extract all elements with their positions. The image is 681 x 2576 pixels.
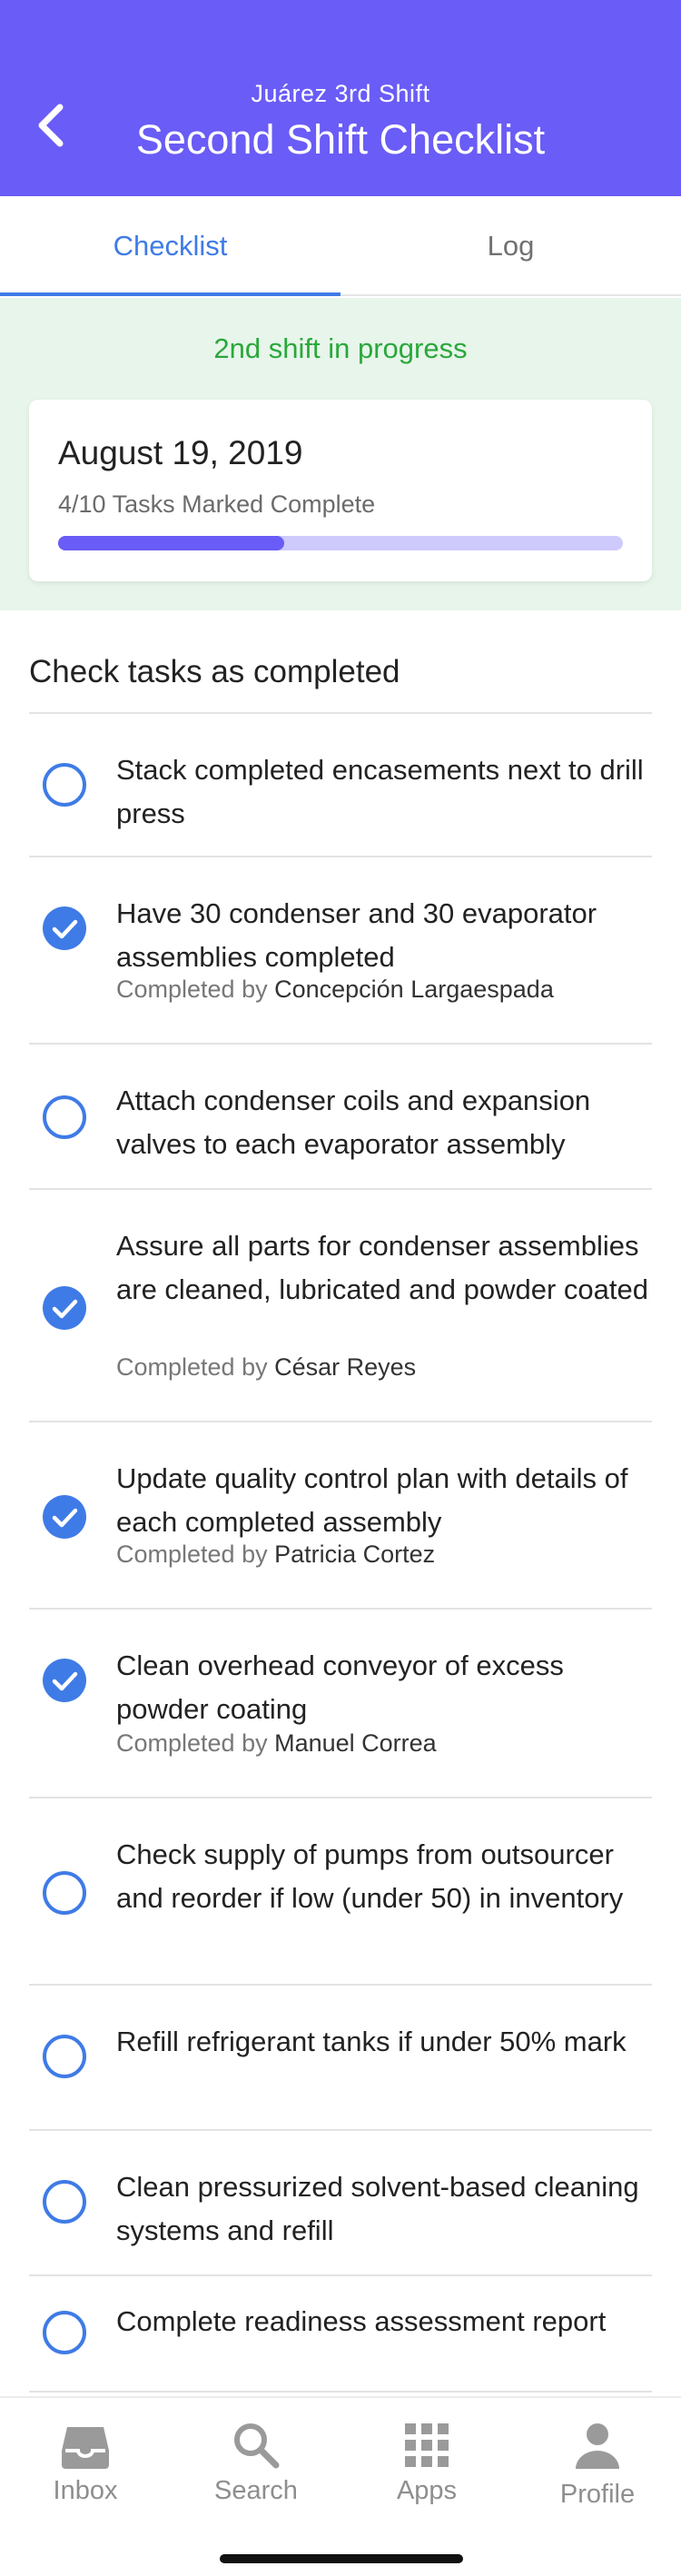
task-item[interactable]: Have 30 condenser and 30 evaporator asse… [29, 857, 652, 1045]
shift-progress-section: 2nd shift in progress August 19, 2019 4/… [0, 298, 681, 610]
task-completed-by: Completed by César Reyes [116, 1353, 652, 1382]
task-completed-by: Completed by Concepción Largaespada [116, 976, 652, 1004]
nav-search[interactable]: Search [171, 2398, 341, 2534]
task-text: Refill refrigerant tanks if under 50% ma… [116, 2026, 627, 2057]
task-text: Assure all parts for condenser assemblie… [116, 1230, 648, 1305]
task-text: Check supply of pumps from outsourcer an… [116, 1838, 624, 1914]
search-icon [234, 2423, 280, 2469]
nav-profile[interactable]: Profile [512, 2398, 681, 2534]
task-item[interactable]: Complete readiness assessment report [29, 2276, 652, 2393]
unchecked-circle-icon[interactable] [42, 1870, 87, 1916]
task-item[interactable]: Update quality control plan with details… [29, 1422, 652, 1610]
active-tab-indicator [0, 292, 340, 296]
tasks-complete-count: 4/10 Tasks Marked Complete [58, 490, 376, 518]
checked-circle-icon[interactable] [42, 906, 87, 951]
nav-profile-label: Profile [559, 2480, 636, 2509]
tab-bar: Checklist Log [0, 196, 681, 296]
tab-log[interactable]: Log [340, 196, 681, 296]
unchecked-circle-icon[interactable] [42, 2179, 87, 2224]
task-item[interactable]: Stack completed encasements next to dril… [29, 714, 652, 857]
page-title: Second Shift Checklist [135, 116, 546, 163]
completed-by-name: César Reyes [274, 1353, 417, 1381]
task-item[interactable]: Clean pressurized solvent-based cleaning… [29, 2131, 652, 2276]
task-completed-by: Completed by Patricia Cortez [116, 1541, 652, 1569]
task-item[interactable]: Assure all parts for condenser assemblie… [29, 1190, 652, 1422]
checked-circle-icon[interactable] [42, 1658, 87, 1703]
task-text: Attach condenser coils and expansion val… [116, 1085, 591, 1160]
shift-status-text: 2nd shift in progress [213, 332, 468, 364]
completed-by-prefix: Completed by [116, 1353, 268, 1381]
nav-inbox-label: Inbox [53, 2476, 118, 2505]
nav-apps-label: Apps [396, 2476, 458, 2505]
tab-checklist[interactable]: Checklist [0, 196, 340, 296]
completed-by-prefix: Completed by [116, 1541, 268, 1568]
checklist-heading: Check tasks as completed [29, 654, 400, 689]
task-text: Stack completed encasements next to dril… [116, 754, 644, 829]
nav-apps[interactable]: Apps [341, 2398, 512, 2534]
task-list: Stack completed encasements next to dril… [29, 712, 652, 2393]
progress-card: August 19, 2019 4/10 Tasks Marked Comple… [29, 400, 652, 581]
completed-by-name: Manuel Correa [274, 1729, 437, 1757]
task-text: Complete readiness assessment report [116, 2305, 607, 2337]
task-item[interactable]: Attach condenser coils and expansion val… [29, 1045, 652, 1190]
home-indicator [220, 2554, 463, 2563]
task-item[interactable]: Clean overhead conveyor of excess powder… [29, 1610, 652, 1798]
profile-icon [576, 2423, 619, 2469]
task-item[interactable]: Check supply of pumps from outsourcer an… [29, 1798, 652, 1986]
nav-search-label: Search [214, 2476, 298, 2505]
unchecked-circle-icon[interactable] [42, 762, 87, 807]
checked-circle-icon[interactable] [42, 1285, 87, 1331]
task-text: Have 30 condenser and 30 evaporator asse… [116, 897, 597, 973]
bottom-navigation: Inbox Search Apps Profile [0, 2396, 681, 2576]
task-text: Clean pressurized solvent-based cleaning… [116, 2171, 639, 2246]
header-subtitle: Juárez 3rd Shift [251, 80, 430, 107]
progress-date: August 19, 2019 [58, 434, 303, 471]
unchecked-circle-icon[interactable] [42, 2310, 87, 2355]
unchecked-circle-icon[interactable] [42, 2034, 87, 2079]
inbox-icon [62, 2427, 109, 2469]
completed-by-prefix: Completed by [116, 976, 268, 1003]
task-completed-by: Completed by Manuel Correa [116, 1729, 652, 1758]
progress-bar [58, 536, 623, 550]
task-text: Update quality control plan with details… [116, 1462, 628, 1538]
completed-by-prefix: Completed by [116, 1729, 268, 1757]
completed-by-name: Patricia Cortez [274, 1541, 436, 1568]
unchecked-circle-icon[interactable] [42, 1095, 87, 1140]
checked-circle-icon[interactable] [42, 1494, 87, 1540]
progress-bar-fill [58, 536, 284, 550]
apps-grid-icon [405, 2423, 449, 2467]
app-header: Juárez 3rd Shift Second Shift Checklist [0, 0, 681, 196]
task-text: Clean overhead conveyor of excess powder… [116, 1650, 564, 1725]
task-item[interactable]: Refill refrigerant tanks if under 50% ma… [29, 1986, 652, 2131]
nav-inbox[interactable]: Inbox [0, 2398, 171, 2534]
completed-by-name: Concepción Largaespada [274, 976, 554, 1003]
